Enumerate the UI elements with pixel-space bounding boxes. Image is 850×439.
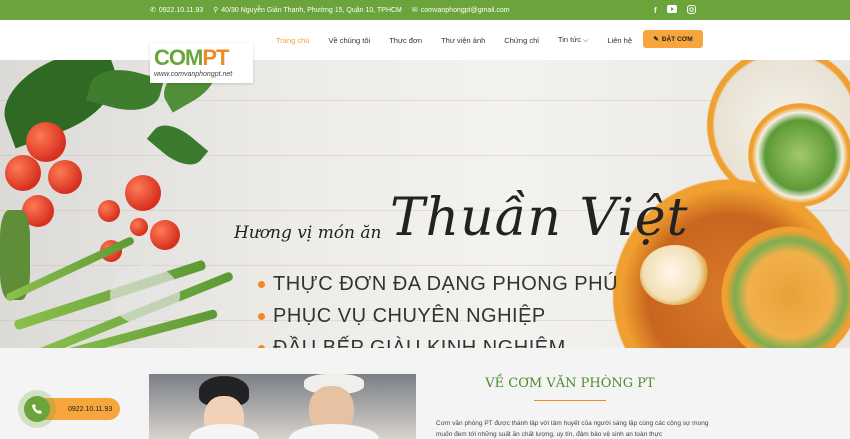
map-pin-icon: ⚲	[213, 7, 219, 14]
chefs-photo	[149, 374, 416, 439]
nav-item-menu[interactable]: Thực đơn	[389, 36, 422, 45]
banner-bullet: THỰC ĐƠN ĐA DẠNG PHONG PHÚ	[258, 268, 618, 300]
top-bar: ✆ 0922.10.11.93 ⚲ 40/30 Nguyễn Giản Thanh,…	[0, 0, 850, 20]
banner-bullet: PHỤC VỤ CHUYÊN NGHIỆP	[258, 300, 618, 332]
site-logo[interactable]: COMPT www.comvanphongpt.net	[150, 43, 253, 83]
floating-call-button[interactable]: 0922.10.11.93	[18, 390, 120, 428]
bullet-dot-icon	[258, 312, 265, 320]
order-button-label: ĐẶT CƠM	[661, 35, 693, 43]
logo-om: OM	[168, 45, 203, 70]
banner-bullet: ĐẦU BẾP GIÀU KINH NGHIỆM	[258, 332, 618, 348]
nav-item-certificates[interactable]: Chứng chỉ	[504, 36, 539, 45]
about-title: VỀ CƠM VĂN PHÒNG PT	[485, 376, 655, 391]
topbar-phone-text: 0922.10.11.93	[158, 6, 204, 14]
logo-pt: PT	[202, 45, 229, 70]
topbar-email[interactable]: ✉ comvanphongpt@gmail.com	[411, 6, 510, 15]
order-edit-icon: ✎	[653, 36, 659, 43]
logo-c: C	[154, 45, 170, 70]
nav-item-contact[interactable]: Liên hệ	[607, 36, 632, 45]
nav-item-news[interactable]: Tin tức ⌵	[558, 35, 589, 45]
nav-item-about[interactable]: Về chúng tôi	[329, 36, 371, 45]
nav-item-gallery[interactable]: Thư viện ảnh	[441, 36, 485, 45]
order-button[interactable]: ✎ ĐẶT CƠM	[643, 30, 703, 48]
topbar-email-text: comvanphongpt@gmail.com	[420, 6, 510, 14]
youtube-icon[interactable]	[666, 5, 677, 15]
logo-wordmark: COMPT	[154, 45, 229, 71]
social-links: f	[654, 0, 696, 20]
mail-icon: ✉	[411, 7, 418, 14]
banner-bullets: THỰC ĐƠN ĐA DẠNG PHONG PHÚ PHỤC VỤ CHUYÊ…	[258, 268, 618, 348]
banner-heading: Thuần Việt	[390, 188, 689, 248]
topbar-address-text: 40/30 Nguyễn Giản Thanh, Phường 15, Quận…	[221, 6, 402, 14]
main-nav: Trang chủ Về chúng tôi Thực đơn Thư viện…	[276, 20, 678, 60]
about-divider	[534, 400, 606, 401]
facebook-icon[interactable]: f	[654, 6, 657, 15]
nav-item-home[interactable]: Trang chủ	[276, 36, 310, 45]
banner-bullet-text: ĐẦU BẾP GIÀU KINH NGHIỆM	[273, 336, 566, 349]
banner-bullet-text: PHỤC VỤ CHUYÊN NGHIỆP	[273, 304, 546, 327]
about-section	[0, 348, 850, 439]
instagram-icon[interactable]	[686, 4, 696, 16]
topbar-phone[interactable]: ✆ 0922.10.11.93	[150, 6, 204, 15]
topbar-address: ⚲ 40/30 Nguyễn Giản Thanh, Phường 15, Quậ…	[213, 6, 402, 15]
hero-banner: Hương vị món ăn Thuần Việt THỰC ĐƠN ĐA D…	[0, 60, 850, 348]
phone-icon[interactable]	[24, 396, 50, 422]
banner-bullet-text: THỰC ĐƠN ĐA DẠNG PHONG PHÚ	[273, 272, 619, 295]
banner-subheading: Hương vị món ăn	[234, 223, 382, 243]
contact-info: ✆ 0922.10.11.93 ⚲ 40/30 Nguyễn Giản Thanh,…	[150, 0, 510, 20]
nav-item-news-label: Tin tức	[557, 35, 582, 44]
bullet-dot-icon	[258, 280, 265, 288]
about-text: Cơm văn phòng PT được thành lập với tâm …	[436, 420, 709, 438]
chevron-down-icon: ⌵	[583, 37, 589, 44]
phone-icon: ✆	[150, 7, 156, 14]
floating-phone-number: 0922.10.11.93	[68, 405, 113, 413]
logo-url: www.comvanphongpt.net	[154, 71, 233, 78]
